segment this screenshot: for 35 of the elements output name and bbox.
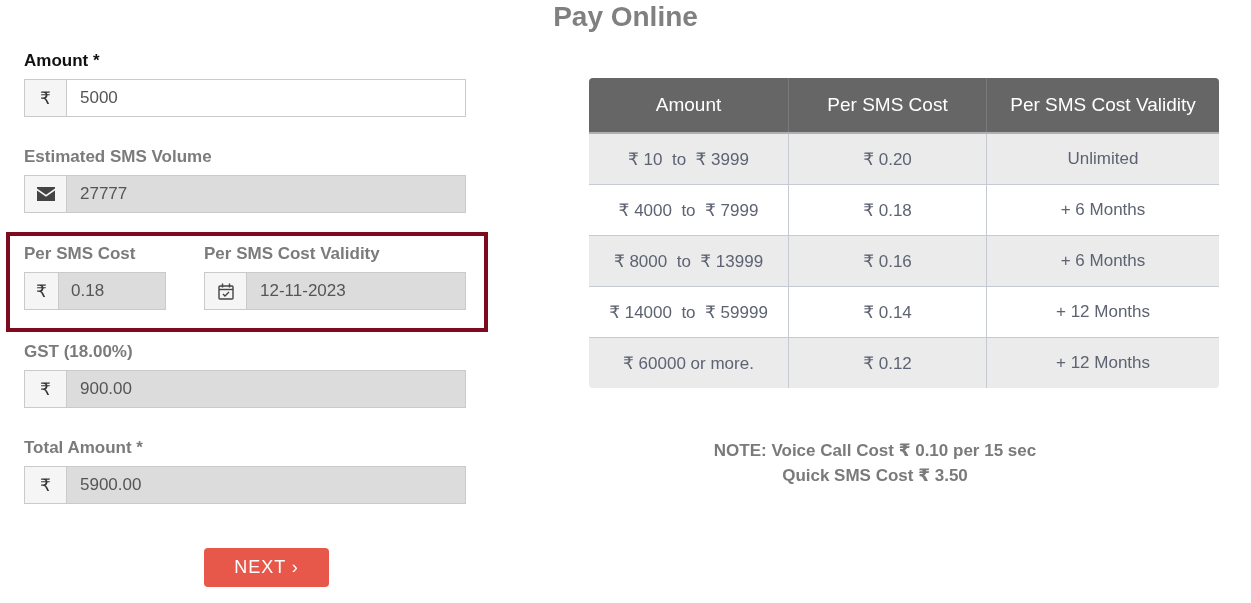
note-text: Quick SMS Cost ₹ 3.50 bbox=[782, 465, 968, 487]
table-cell: ₹ 4000 to ₹ 7999 bbox=[589, 184, 789, 236]
table-cell: ₹ 10 to ₹ 3999 bbox=[589, 133, 789, 185]
note-text: NOTE: Voice Call Cost ₹ 0.10 per 15 sec bbox=[713, 440, 1037, 462]
currency-addon: ₹ bbox=[24, 79, 67, 117]
table-cell: ₹ 0.18 bbox=[788, 184, 987, 236]
field-label: Per SMS Cost bbox=[24, 244, 137, 264]
table-cell: + 6 Months bbox=[986, 235, 1219, 287]
table-cell: ₹ 0.14 bbox=[788, 286, 987, 338]
field-label: Per SMS Cost Validity bbox=[204, 244, 381, 264]
table-cell: ₹ 60000 or more. bbox=[589, 337, 789, 388]
column-header: Amount bbox=[589, 78, 789, 133]
currency-addon: ₹ bbox=[24, 370, 67, 408]
next-button[interactable]: NEXT › bbox=[204, 548, 329, 587]
column-header: Per SMS Cost bbox=[788, 78, 987, 133]
field-label: Estimated SMS Volume bbox=[24, 147, 213, 167]
calendar-icon bbox=[217, 282, 234, 300]
field-label: GST (18.00%) bbox=[24, 342, 134, 362]
field-label: Amount * bbox=[24, 51, 101, 71]
table-cell: ₹ 8000 to ₹ 13999 bbox=[589, 235, 789, 287]
column-header: Per SMS Cost Validity bbox=[986, 78, 1219, 133]
table-cell: Unlimited bbox=[986, 133, 1219, 185]
envelope-icon bbox=[36, 187, 55, 201]
table-cell: ₹ 0.16 bbox=[788, 235, 987, 287]
field-label: Total Amount * bbox=[24, 438, 144, 458]
input-field[interactable]: 5000 bbox=[67, 79, 466, 117]
table-cell: ₹ 0.20 bbox=[788, 133, 987, 185]
currency-addon: ₹ bbox=[24, 466, 67, 504]
table-cell: ₹ 14000 to ₹ 59999 bbox=[589, 286, 789, 338]
table-cell: ₹ 0.12 bbox=[788, 337, 987, 388]
currency-addon: ₹ bbox=[24, 272, 59, 310]
page-title: Pay Online bbox=[553, 0, 698, 34]
table-cell: + 12 Months bbox=[986, 337, 1219, 388]
table-cell: + 12 Months bbox=[986, 286, 1219, 338]
table-cell: + 6 Months bbox=[986, 184, 1219, 236]
